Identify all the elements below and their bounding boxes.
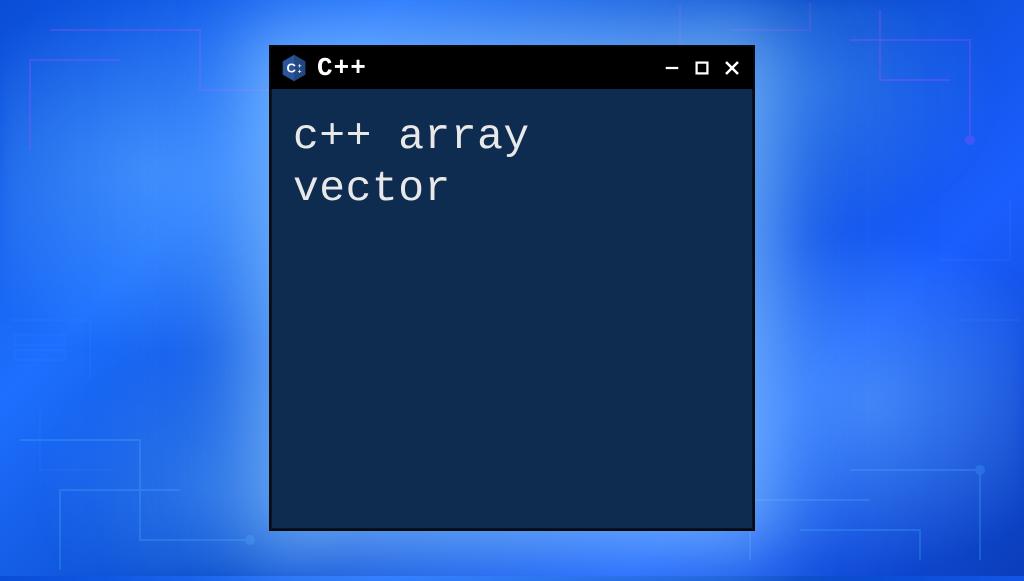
svg-text:+: +: [298, 69, 302, 76]
terminal-window: C + + C++ c++ array vector: [269, 45, 755, 531]
titlebar: C + + C++: [271, 47, 753, 89]
maximize-button[interactable]: [691, 57, 713, 79]
cpp-icon: C + +: [279, 53, 309, 83]
terminal-body: c++ array vector: [271, 89, 753, 236]
close-button[interactable]: [721, 57, 743, 79]
terminal-line-1: c++ array: [293, 111, 731, 163]
window-title: C++: [317, 53, 653, 83]
terminal-line-2: vector: [293, 163, 731, 215]
window-controls: [661, 57, 743, 79]
minimize-button[interactable]: [661, 57, 683, 79]
svg-text:C: C: [286, 61, 296, 76]
